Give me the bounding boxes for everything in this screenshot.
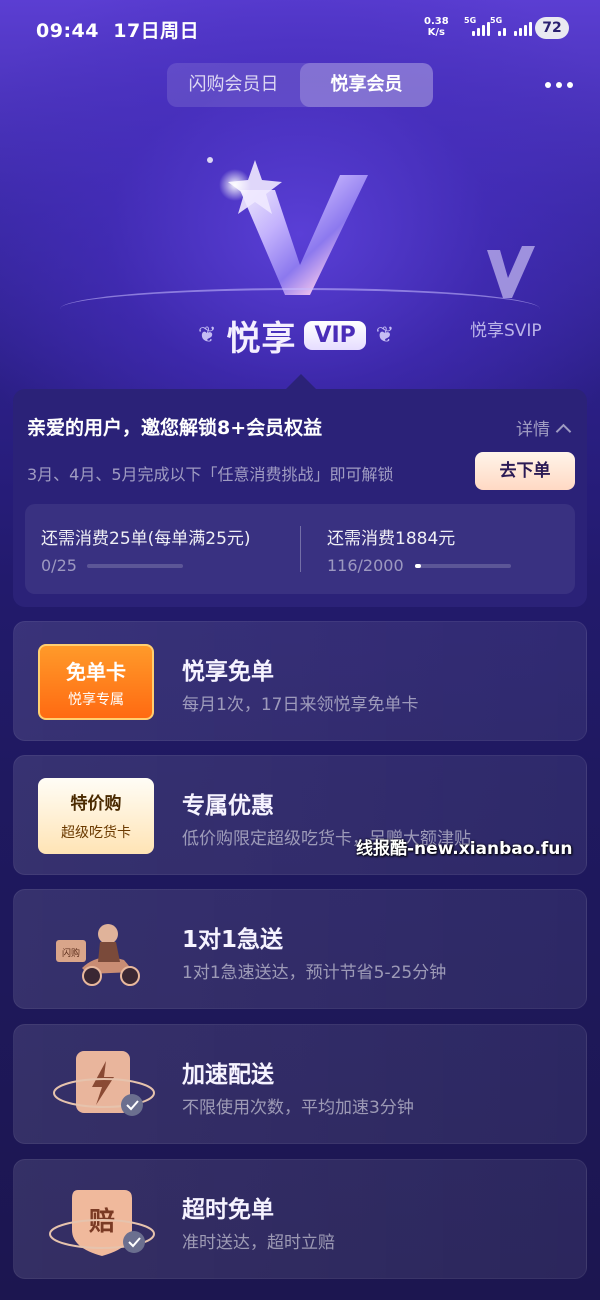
detail-toggle[interactable]: 详情 bbox=[516, 415, 572, 440]
progress-orders: 还需消费25单(每单满25元) 0/25 bbox=[41, 504, 291, 594]
benefit-title: 1对1急送 bbox=[182, 927, 284, 953]
benefit-desc: 准时送达，超时立赔 bbox=[182, 1233, 335, 1253]
laurel-left-icon: ❦ bbox=[198, 322, 217, 348]
tier-pointer bbox=[285, 374, 317, 390]
more-icon[interactable] bbox=[545, 82, 573, 88]
progress-label: 还需消费25单(每单满25元) bbox=[41, 529, 251, 549]
status-date: 17日周日 bbox=[113, 20, 200, 42]
benefit-express-delivery[interactable]: 闪购 1对1急送 1对1急速送达，预计节省5-25分钟 bbox=[13, 889, 587, 1009]
vip-hero: ❦ 悦享 VIP ❦ 悦享SVIP bbox=[0, 130, 600, 390]
network-speed: 0.38 K/s bbox=[424, 16, 449, 38]
unlock-benefits-card: 亲爱的用户，邀您解锁8+会员权益 详情 3月、4月、5月完成以下「任意消费挑战」… bbox=[13, 389, 587, 607]
benefit-free-order[interactable]: 免单卡 悦享专属 悦享免单 每月1次，17日来领悦享免单卡 bbox=[13, 621, 587, 741]
vip-badge: VIP bbox=[304, 320, 366, 350]
benefit-faster-delivery[interactable]: 加速配送 不限使用次数，平均加速3分钟 bbox=[13, 1024, 587, 1144]
tab-yuexiang-member[interactable]: 悦享会员 bbox=[300, 63, 433, 107]
progress-label: 还需消费1884元 bbox=[327, 529, 456, 549]
signal-icon bbox=[514, 18, 532, 36]
member-tabs: 闪购会员日 悦享会员 bbox=[167, 63, 433, 107]
scooter-rider-icon: 闪购 bbox=[38, 912, 158, 990]
progress-box: 还需消费25单(每单满25元) 0/25 还需消费1884元 116/2000 bbox=[25, 504, 575, 594]
status-time: 09:44 17日周日 bbox=[36, 20, 200, 42]
status-bar: 09:44 17日周日 0.38 K/s 5G 5G 72 bbox=[0, 0, 600, 58]
benefit-desc: 每月1次，17日来领悦享免单卡 bbox=[182, 695, 419, 715]
detail-label: 详情 bbox=[516, 420, 550, 440]
benefit-title: 悦享免单 bbox=[182, 659, 274, 685]
progress-amount: 还需消费1884元 116/2000 bbox=[327, 504, 567, 594]
place-order-button[interactable]: 去下单 bbox=[475, 452, 575, 490]
benefit-title: 加速配送 bbox=[182, 1062, 274, 1088]
benefit-title: 专属优惠 bbox=[182, 793, 274, 819]
signal-icon: 5G bbox=[490, 16, 506, 36]
svip-tier-label[interactable]: 悦享SVIP bbox=[470, 316, 542, 341]
battery-icon: 72 bbox=[535, 17, 569, 39]
benefit-desc: 不限使用次数，平均加速3分钟 bbox=[182, 1098, 414, 1118]
benefit-title: 超时免单 bbox=[182, 1197, 274, 1223]
benefit-desc: 1对1急速送达，预计节省5-25分钟 bbox=[182, 963, 447, 983]
lightning-icon bbox=[38, 1047, 158, 1125]
progress-count: 116/2000 bbox=[327, 556, 404, 575]
free-order-card-icon: 免单卡 悦享专属 bbox=[38, 644, 158, 722]
benefit-overtime-free[interactable]: 赔 超时免单 准时送达，超时立赔 bbox=[13, 1159, 587, 1279]
compensation-shield-icon: 赔 bbox=[38, 1182, 158, 1260]
unlock-subtitle: 3月、4月、5月完成以下「任意消费挑战」即可解锁 bbox=[27, 465, 394, 484]
unlock-title: 亲爱的用户，邀您解锁8+会员权益 bbox=[27, 417, 323, 439]
laurel-right-icon: ❦ bbox=[375, 322, 395, 348]
vip-tier-name: 悦享 bbox=[226, 318, 297, 359]
vip-title: ❦ 悦享 VIP ❦ bbox=[198, 310, 394, 360]
signal-icon: 5G bbox=[464, 16, 490, 36]
divider bbox=[300, 526, 301, 572]
special-price-card-icon: 特价购 超级吃货卡 bbox=[38, 778, 158, 856]
progress-bar bbox=[87, 564, 183, 568]
vip-logo-icon bbox=[207, 157, 535, 298]
progress-count: 0/25 bbox=[41, 556, 77, 575]
progress-bar bbox=[415, 564, 511, 568]
svg-text:赔: 赔 bbox=[89, 1207, 115, 1237]
watermark-text: 线报酷-new.xianbao.fun bbox=[356, 839, 573, 859]
svg-text:闪购: 闪购 bbox=[62, 947, 80, 959]
tab-flash-member-day[interactable]: 闪购会员日 bbox=[167, 63, 300, 107]
chevron-up-icon bbox=[555, 423, 572, 440]
